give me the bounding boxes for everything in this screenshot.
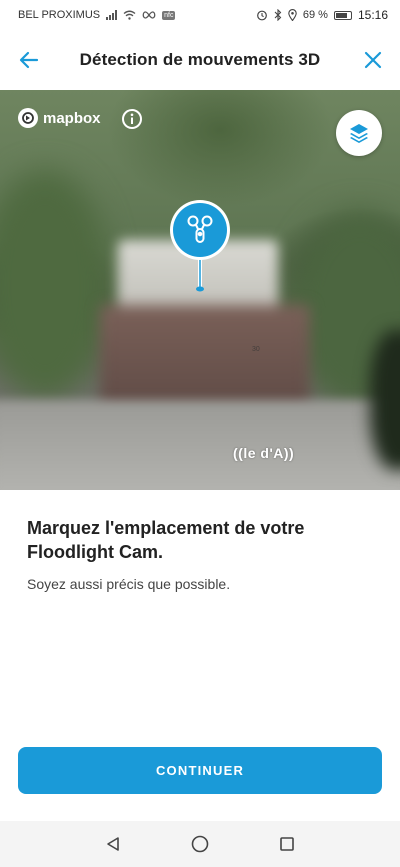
map-road (0, 400, 400, 490)
mapbox-mark-icon (18, 108, 38, 128)
mapbox-logo[interactable]: mapbox (18, 108, 101, 128)
back-button[interactable] (14, 46, 44, 74)
instruction-heading: Marquez l'emplacement de votre Floodligh… (27, 518, 305, 562)
map-texture (370, 330, 400, 470)
page-title: Détection de mouvements 3D (79, 50, 321, 69)
clock: 15:16 (357, 8, 388, 22)
square-recents-icon (279, 837, 294, 851)
instruction-subtext: Soyez aussi précis que possible. (27, 576, 231, 592)
status-bar: BEL PROXIMUS nfc 69 % 15:16 (0, 0, 400, 30)
alarm-icon (256, 10, 267, 21)
mapbox-wordmark: mapbox (43, 109, 101, 127)
map-texture (0, 170, 110, 400)
nfc-badge: nfc (162, 10, 176, 20)
circle-home-icon (191, 835, 209, 853)
signal-icon (106, 10, 118, 20)
nav-recents-button[interactable] (267, 824, 307, 864)
info-icon[interactable] (121, 108, 143, 130)
nav-back-button[interactable] (93, 824, 133, 864)
triangle-back-icon (107, 837, 120, 851)
close-icon (364, 51, 382, 69)
header-bar: Détection de mouvements 3D (0, 30, 400, 90)
map-layers-button[interactable] (336, 110, 382, 156)
layers-icon (350, 124, 368, 143)
location-icon (288, 9, 297, 21)
battery-percent: 69 % (302, 9, 328, 21)
location-pin[interactable] (168, 200, 232, 292)
bluetooth-icon (274, 9, 282, 21)
map-watermark-label: ((le d'A)) (233, 445, 295, 461)
instructions-panel: Marquez l'emplacement de votre Floodligh… (27, 516, 377, 592)
close-button[interactable] (358, 46, 388, 74)
nav-home-button[interactable] (180, 824, 220, 864)
battery-icon (333, 10, 352, 20)
continue-button[interactable]: CONTINUER (18, 747, 382, 794)
arrow-left-icon (19, 51, 39, 69)
infinity-icon (142, 11, 156, 19)
system-nav-bar (0, 821, 400, 867)
carrier-name: BEL PROXIMUS (18, 9, 101, 21)
map-label: 30 (252, 346, 260, 353)
wifi-icon (123, 10, 136, 20)
map-roof (100, 305, 310, 415)
satellite-map[interactable]: mapbox 30 ((le d'A)) (0, 90, 400, 490)
